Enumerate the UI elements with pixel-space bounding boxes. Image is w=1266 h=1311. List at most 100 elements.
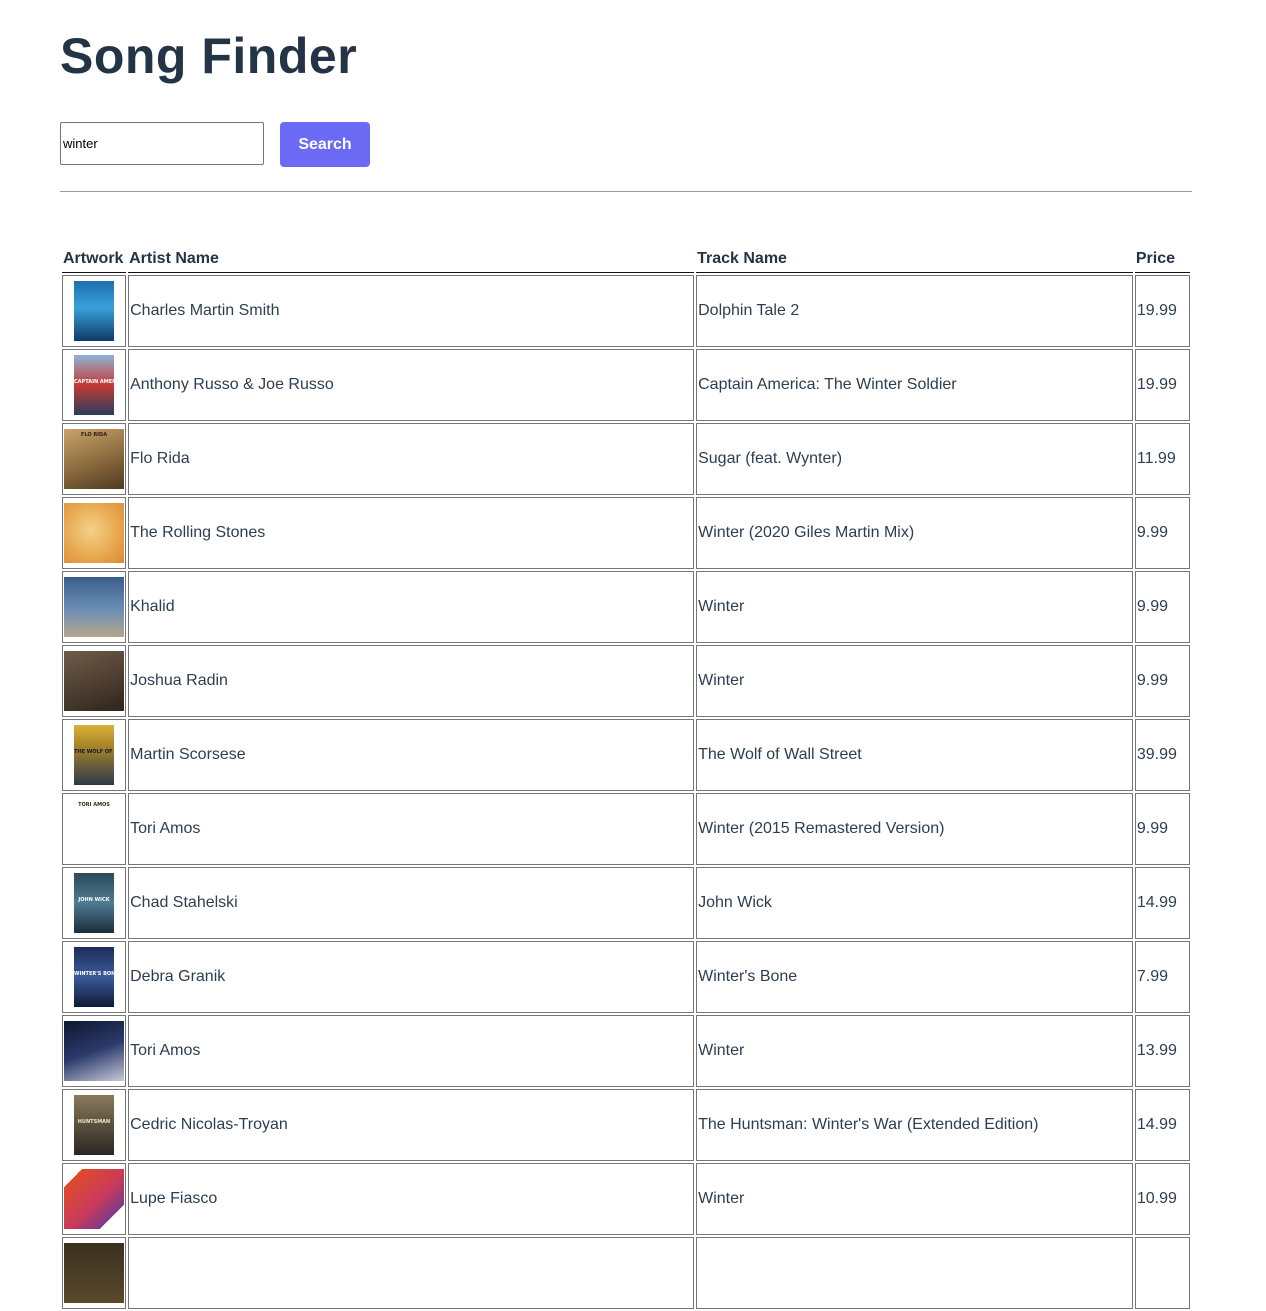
- artwork-image: [64, 1021, 124, 1081]
- artwork-cell: [62, 1237, 127, 1309]
- table-row: Lupe Fiasco Winter 10.99: [62, 1163, 1190, 1235]
- track-name-cell: Winter (2015 Remastered Version): [696, 793, 1133, 865]
- artwork-cell: WINTER'S BONE: [62, 941, 127, 1013]
- price-cell: 11.99: [1134, 423, 1190, 495]
- artwork-cell: CAPTAIN AMERICA: [62, 349, 127, 421]
- artwork-cell: [62, 571, 127, 643]
- price-cell: 13.99: [1134, 1015, 1190, 1087]
- artwork-image: HUNTSMAN: [74, 1095, 114, 1155]
- results-table-body: Charles Martin Smith Dolphin Tale 2 19.99 C…: [62, 275, 1190, 1309]
- track-name-cell: Dolphin Tale 2: [696, 275, 1133, 347]
- table-row: Joshua Radin Winter 9.99: [62, 645, 1190, 717]
- price-cell: 9.99: [1134, 793, 1190, 865]
- track-name-cell: John Wick: [696, 867, 1133, 939]
- page-title: Song Finder: [60, 28, 358, 84]
- artwork-title-text: TORI AMOS: [78, 802, 110, 808]
- table-row: [62, 1237, 1190, 1309]
- track-name-cell: Winter (2020 Giles Martin Mix): [696, 497, 1133, 569]
- artwork-image: [64, 651, 124, 711]
- table-row: Khalid Winter 9.99: [62, 571, 1190, 643]
- track-name-cell: Captain America: The Winter Soldier: [696, 349, 1133, 421]
- artwork-title-text: WINTER'S BONE: [74, 971, 114, 977]
- table-row: HUNTSMAN Cedric Nicolas-Troyan The Huntsma…: [62, 1089, 1190, 1161]
- search-input[interactable]: [60, 122, 264, 165]
- artwork-cell: [62, 1015, 127, 1087]
- artwork-image: CAPTAIN AMERICA: [74, 355, 114, 415]
- table-header-row: Artwork Artist Name Track Name Price: [62, 248, 1190, 273]
- track-name-cell: Winter: [696, 571, 1133, 643]
- artwork-image: [64, 503, 124, 563]
- table-row: Tori Amos Winter 13.99: [62, 1015, 1190, 1087]
- price-cell: 9.99: [1134, 497, 1190, 569]
- price-cell: 19.99: [1134, 275, 1190, 347]
- artwork-image: FLO RIDA: [64, 429, 124, 489]
- track-name-cell: The Huntsman: Winter's War (Extended Edi…: [696, 1089, 1133, 1161]
- artwork-title-text: JOHN WICK: [78, 897, 110, 903]
- artist-name-cell: Joshua Radin: [128, 645, 695, 717]
- table-row: CAPTAIN AMERICA Anthony Russo & Joe Russo…: [62, 349, 1190, 421]
- price-cell: 10.99: [1134, 1163, 1190, 1235]
- artwork-cell: HUNTSMAN: [62, 1089, 127, 1161]
- artwork-cell: TORI AMOS: [62, 793, 127, 865]
- artist-name-cell: Tori Amos: [128, 1015, 695, 1087]
- artwork-image: THE WOLF OF WALL STREET: [74, 725, 114, 785]
- artwork-title-text: HUNTSMAN: [77, 1119, 111, 1125]
- artwork-cell: [62, 645, 127, 717]
- divider: [60, 191, 1192, 192]
- track-name-cell: Sugar (feat. Wynter): [696, 423, 1133, 495]
- table-row: JOHN WICK Chad Stahelski John Wick 14.99: [62, 867, 1190, 939]
- artist-name-cell: The Rolling Stones: [128, 497, 695, 569]
- artist-name-cell: Chad Stahelski: [128, 867, 695, 939]
- track-name-cell: Winter's Bone: [696, 941, 1133, 1013]
- artist-name-cell: Lupe Fiasco: [128, 1163, 695, 1235]
- artwork-cell: [62, 497, 127, 569]
- artwork-cell: [62, 1163, 127, 1235]
- track-name-cell: Winter: [696, 1015, 1133, 1087]
- results-table: Artwork Artist Name Track Name Price Cha…: [60, 246, 1192, 1311]
- artist-name-cell: Anthony Russo & Joe Russo: [128, 349, 695, 421]
- price-cell: 9.99: [1134, 571, 1190, 643]
- artwork-cell: FLO RIDA: [62, 423, 127, 495]
- table-row: FLO RIDA Flo Rida Sugar (feat. Wynter) 11.9…: [62, 423, 1190, 495]
- artwork-cell: THE WOLF OF WALL STREET: [62, 719, 127, 791]
- artwork-title-text: FLO RIDA: [80, 432, 108, 438]
- table-row: WINTER'S BONE Debra GranikWinter's Bone7.…: [62, 941, 1190, 1013]
- artwork-image: WINTER'S BONE: [74, 947, 114, 1007]
- track-name-cell: [696, 1237, 1133, 1309]
- artwork-cell: [62, 275, 127, 347]
- column-header-artwork: Artwork: [62, 248, 127, 273]
- artist-name-cell: Cedric Nicolas-Troyan: [128, 1089, 695, 1161]
- artist-name-cell: Martin Scorsese: [128, 719, 695, 791]
- table-row: THE WOLF OF WALL STREET Martin ScorseseTh…: [62, 719, 1190, 791]
- column-header-artist-name: Artist Name: [128, 248, 695, 273]
- artwork-image: [74, 281, 114, 341]
- price-cell: 14.99: [1134, 1089, 1190, 1161]
- price-cell: 9.99: [1134, 645, 1190, 717]
- artist-name-cell: Tori Amos: [128, 793, 695, 865]
- artwork-image: [64, 1243, 124, 1303]
- price-cell: 7.99: [1134, 941, 1190, 1013]
- column-header-price: Price: [1134, 248, 1190, 273]
- track-name-cell: Winter: [696, 645, 1133, 717]
- artist-name-cell: Flo Rida: [128, 423, 695, 495]
- artist-name-cell: [128, 1237, 695, 1309]
- artwork-cell: JOHN WICK: [62, 867, 127, 939]
- price-cell: 14.99: [1134, 867, 1190, 939]
- artwork-image: TORI AMOS: [64, 799, 124, 859]
- artist-name-cell: Debra Granik: [128, 941, 695, 1013]
- price-cell: 19.99: [1134, 349, 1190, 421]
- artwork-title-text: CAPTAIN AMERICA: [74, 379, 114, 385]
- table-row: Charles Martin Smith Dolphin Tale 2 19.99: [62, 275, 1190, 347]
- artwork-image: JOHN WICK: [74, 873, 114, 933]
- price-cell: [1134, 1237, 1190, 1309]
- artwork-image: [64, 1169, 124, 1229]
- artwork-title-text: THE WOLF OF WALL STREET: [74, 749, 114, 755]
- track-name-cell: The Wolf of Wall Street: [696, 719, 1133, 791]
- search-button[interactable]: Search: [280, 122, 370, 167]
- artist-name-cell: Charles Martin Smith: [128, 275, 695, 347]
- column-header-track-name: Track Name: [696, 248, 1133, 273]
- artist-name-cell: Khalid: [128, 571, 695, 643]
- price-cell: 39.99: [1134, 719, 1190, 791]
- table-row: TORI AMOS Tori Amos Winter (2015 Remastere…: [62, 793, 1190, 865]
- artwork-image: [64, 577, 124, 637]
